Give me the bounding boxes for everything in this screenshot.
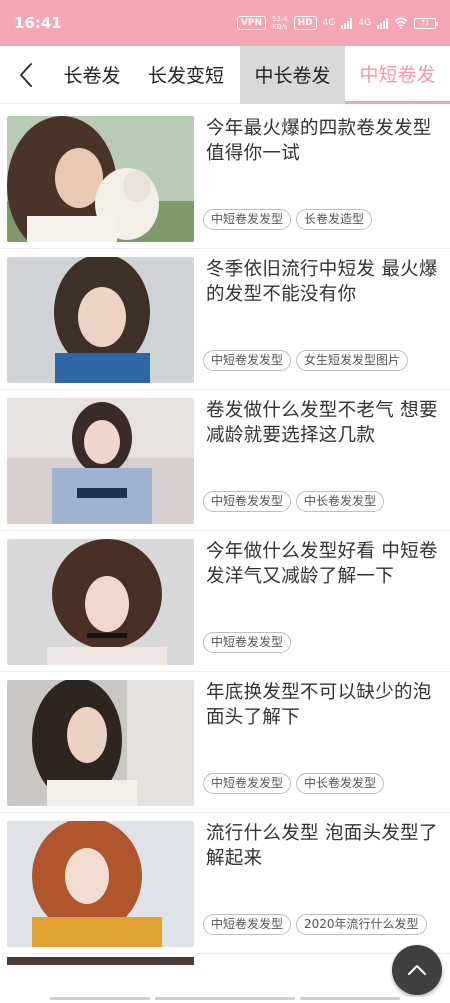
article-thumbnail <box>7 539 194 665</box>
article-title[interactable]: 流行什么发型 泡面头发型了解起来 <box>206 821 438 871</box>
article-title[interactable]: 今年最火爆的四款卷发发型值得你一试 <box>206 116 438 166</box>
article-thumbnail <box>7 398 194 524</box>
article-item[interactable]: 今年做什么发型好看 中短卷发洋气又减龄了解一下 中短卷发发型 <box>0 531 450 672</box>
article-title[interactable]: 卷发做什么发型不老气 想要减龄就要选择这几款 <box>206 398 438 448</box>
status-time: 16:41 <box>14 14 62 32</box>
article-tags: 中短卷发发型 <box>203 632 292 653</box>
article-item[interactable]: 流行什么发型 泡面头发型了解起来 中短卷发发型 2020年流行什么发型 <box>0 813 450 954</box>
article-tag[interactable]: 中短卷发发型 <box>203 209 292 230</box>
wifi-icon <box>394 17 408 29</box>
nav-indicator <box>50 997 150 1000</box>
article-tags: 中短卷发发型 女生短发发型图片 <box>203 350 409 371</box>
tab-medium-long-curly[interactable]: 中长卷发 <box>240 45 345 104</box>
hd-indicator: HD <box>293 16 317 30</box>
status-bar: 16:41 VPN 53.4 KB/s HD 4G 4G 71 <box>0 0 450 46</box>
article-title[interactable]: 今年做什么发型好看 中短卷发洋气又减龄了解一下 <box>206 539 438 589</box>
article-tag[interactable]: 女生短发发型图片 <box>296 350 409 371</box>
tab-long-to-short[interactable]: 长发变短 <box>132 46 240 104</box>
article-thumbnail <box>7 680 194 806</box>
nav-indicator <box>300 997 400 1000</box>
next-article-thumbnail-partial <box>7 957 194 965</box>
scroll-to-top-button[interactable] <box>392 945 442 995</box>
nav-indicator <box>155 997 295 1000</box>
gesture-nav-bar <box>0 997 450 1003</box>
article-thumbnail <box>7 257 194 383</box>
article-tag[interactable]: 长卷发造型 <box>296 209 373 230</box>
chevron-up-icon <box>408 965 426 975</box>
tab-medium-short-curly[interactable]: 中短卷发 <box>345 46 450 104</box>
back-button[interactable] <box>0 46 52 104</box>
battery-icon: 71 <box>414 17 438 29</box>
signal-icon-2 <box>377 17 388 29</box>
network-speed: 53.4 KB/s <box>272 15 288 31</box>
signal-icon <box>341 17 353 29</box>
article-item[interactable]: 冬季依旧流行中短发 最火爆的发型不能没有你 中短卷发发型 女生短发发型图片 <box>0 249 450 390</box>
network-type-1: 4G <box>322 18 336 28</box>
article-tag[interactable]: 中短卷发发型 <box>203 350 292 371</box>
network-speed-value: 53.4 <box>271 15 288 23</box>
tab-long-curly[interactable]: 长卷发 <box>52 46 132 104</box>
network-type-2: 4G <box>358 18 371 28</box>
category-tab-bar: 长卷发 长发变短 中长卷发 中短卷发 <box>0 45 450 104</box>
article-title[interactable]: 年底换发型不可以缺少的泡面头了解下 <box>206 680 438 730</box>
vpn-indicator: VPN <box>236 16 266 30</box>
article-tag[interactable]: 中短卷发发型 <box>203 914 292 935</box>
article-tag[interactable]: 中长卷发发型 <box>296 773 385 794</box>
chevron-left-icon <box>20 62 32 87</box>
article-thumbnail <box>7 116 194 242</box>
article-tag[interactable]: 中短卷发发型 <box>203 773 292 794</box>
article-tags: 中短卷发发型 2020年流行什么发型 <box>203 914 427 935</box>
article-item[interactable]: 今年最火爆的四款卷发发型值得你一试 中短卷发发型 长卷发造型 <box>0 108 450 249</box>
article-tag[interactable]: 中短卷发发型 <box>203 491 292 512</box>
article-tags: 中短卷发发型 中长卷发发型 <box>203 491 385 512</box>
status-indicators: VPN 53.4 KB/s HD 4G 4G 71 <box>236 15 438 31</box>
article-tag[interactable]: 中长卷发发型 <box>296 491 385 512</box>
network-speed-unit: KB/s <box>272 23 288 31</box>
article-tags: 中短卷发发型 中长卷发发型 <box>203 773 385 794</box>
article-item[interactable]: 卷发做什么发型不老气 想要减龄就要选择这几款 中短卷发发型 中长卷发发型 <box>0 390 450 531</box>
article-item[interactable]: 年底换发型不可以缺少的泡面头了解下 中短卷发发型 中长卷发发型 <box>0 672 450 813</box>
article-tag[interactable]: 2020年流行什么发型 <box>296 914 427 935</box>
article-thumbnail <box>7 821 194 947</box>
article-tags: 中短卷发发型 长卷发造型 <box>203 209 373 230</box>
article-title[interactable]: 冬季依旧流行中短发 最火爆的发型不能没有你 <box>206 257 438 307</box>
article-tag[interactable]: 中短卷发发型 <box>203 632 292 653</box>
